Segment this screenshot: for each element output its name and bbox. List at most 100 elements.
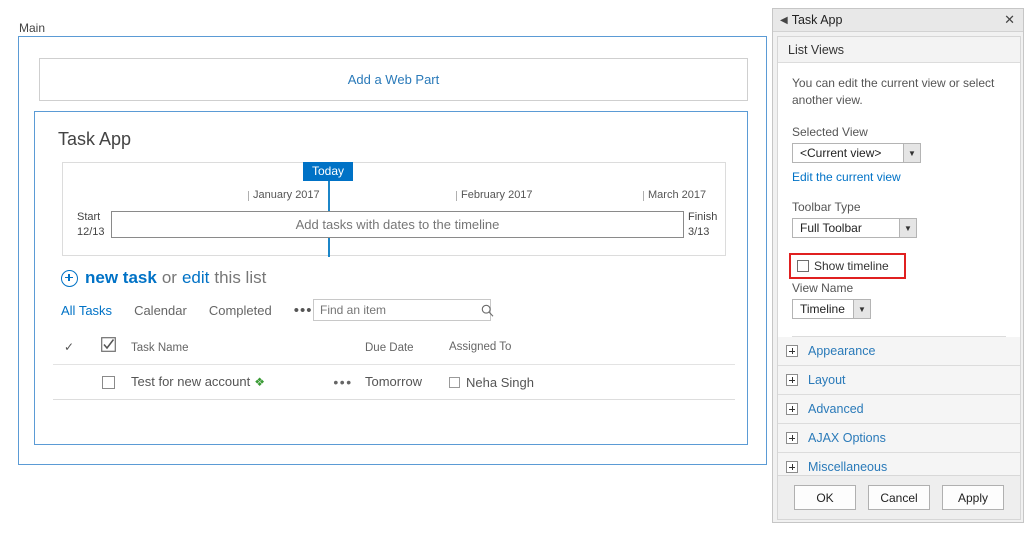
close-icon[interactable]: ✕	[1004, 12, 1015, 28]
accordion-layout[interactable]: Layout	[778, 366, 1020, 395]
toolbar-type-value: Full Toolbar	[800, 221, 862, 235]
main-web-part-zone: Add a Web Part Task App Today January 20…	[18, 36, 767, 465]
view-name-value: Timeline	[800, 302, 845, 316]
row-checkbox[interactable]	[101, 375, 115, 389]
web-part-title: Task App	[58, 129, 132, 149]
row-assigned-to-cell: Neha Singh	[449, 375, 589, 390]
ellipsis-icon[interactable]: •••	[333, 374, 352, 390]
row-context-menu-cell[interactable]: •••	[321, 374, 365, 390]
accordion-label-miscellaneous: Miscellaneous	[808, 460, 888, 474]
plus-circle-icon	[61, 269, 78, 287]
table-row[interactable]: Test for new account ❖ ••• Tomorrow Neha …	[53, 365, 735, 400]
column-header-due-date: Due Date	[365, 342, 414, 354]
timeline-finish-marker: Finish 3/13	[688, 210, 717, 240]
header-checkmark-cell: ✓	[53, 340, 85, 354]
find-an-item-searchbox[interactable]	[313, 299, 494, 321]
toolbar-type-dropdown[interactable]: Full Toolbar ▼	[792, 218, 917, 238]
edit-the-current-view-link[interactable]: Edit the current view	[792, 170, 901, 184]
list-views-description: You can edit the current view or select …	[792, 76, 995, 107]
search-icon[interactable]	[481, 304, 494, 317]
show-timeline-checkbox[interactable]	[797, 260, 809, 272]
tab-more-ellipsis-icon[interactable]: •••	[294, 302, 313, 319]
select-all-checkbox-icon[interactable]	[100, 337, 116, 357]
accordion-label-ajax-options: AJAX Options	[808, 431, 886, 445]
row-checkbox-cell[interactable]	[85, 375, 131, 389]
timeline-finish-label: Finish	[688, 211, 718, 223]
chevron-down-icon[interactable]: ▼	[853, 300, 870, 318]
view-name-dropdown[interactable]: Timeline ▼	[792, 299, 871, 319]
chevron-down-icon[interactable]: ▼	[903, 144, 920, 162]
due-date-value: Tomorrow	[365, 374, 423, 389]
timeline-start-label: Start	[77, 211, 101, 223]
month-label-0: January 2017	[253, 189, 320, 201]
expand-plus-icon[interactable]	[786, 432, 798, 444]
month-tick	[643, 191, 644, 201]
table-header-row: ✓ Task Name Due Date Assigned To	[53, 330, 735, 365]
tab-all-tasks[interactable]: All Tasks	[61, 303, 112, 318]
add-web-part-placeholder[interactable]: Add a Web Part	[39, 58, 748, 101]
new-task-row: new task or edit this list	[61, 268, 266, 288]
timeline-band-text: Add tasks with dates to the timeline	[295, 217, 500, 232]
cancel-button[interactable]: Cancel	[868, 485, 930, 510]
ok-button[interactable]: OK	[794, 485, 856, 510]
row-task-name-cell[interactable]: Test for new account ❖	[131, 373, 321, 391]
tab-completed[interactable]: Completed	[209, 303, 272, 318]
accordion-label-layout: Layout	[808, 373, 846, 387]
timeline-start-date: 12/13	[77, 226, 105, 238]
expand-plus-icon[interactable]	[786, 403, 798, 415]
task-list-table: ✓ Task Name Due Date Assigned To Test fo…	[53, 330, 735, 400]
accordion-advanced[interactable]: Advanced	[778, 395, 1020, 424]
chevron-down-icon[interactable]: ▼	[899, 219, 916, 237]
toolbar-type-label: Toolbar Type	[792, 200, 861, 214]
apply-button[interactable]: Apply	[942, 485, 1004, 510]
tab-calendar[interactable]: Calendar	[134, 303, 187, 318]
timeline-finish-date: 3/13	[688, 226, 710, 238]
tool-pane-title-bar: ◀ Task App ✕	[773, 9, 1023, 32]
accordion-label-advanced: Advanced	[808, 402, 864, 416]
month-tick	[456, 191, 457, 201]
timeline-band[interactable]: Add tasks with dates to the timeline	[111, 211, 684, 238]
accordion-appearance[interactable]: Appearance	[778, 337, 1020, 366]
add-web-part-link[interactable]: Add a Web Part	[348, 72, 440, 87]
expand-plus-icon[interactable]	[786, 345, 798, 357]
tool-pane-button-bar: OK Cancel Apply	[778, 475, 1020, 519]
assigned-to-value: Neha Singh	[466, 374, 534, 390]
expand-plus-icon[interactable]	[786, 461, 798, 473]
show-timeline-highlight: Show timeline	[789, 253, 906, 279]
header-select-all-cell[interactable]	[85, 337, 131, 357]
selected-view-value: <Current view>	[800, 146, 882, 160]
task-name-link[interactable]: Test for new account	[131, 374, 250, 389]
header-assigned-to-cell[interactable]: Assigned To	[449, 341, 589, 353]
month-tick	[248, 191, 249, 201]
show-timeline-label: Show timeline	[814, 259, 889, 273]
selected-view-dropdown[interactable]: <Current view> ▼	[792, 143, 921, 163]
search-input[interactable]	[314, 303, 481, 317]
web-part-tool-pane: ◀ Task App ✕ List Views You can edit the…	[772, 8, 1024, 523]
expand-plus-icon[interactable]	[786, 374, 798, 386]
list-views-section-content: You can edit the current view or select …	[778, 63, 1020, 337]
list-views-section-header[interactable]: List Views	[778, 37, 1020, 63]
new-task-link[interactable]: new task	[85, 268, 157, 288]
row-due-date-cell: Tomorrow	[365, 373, 449, 391]
header-task-name-cell[interactable]: Task Name	[131, 338, 321, 356]
today-marker-chip: Today	[303, 162, 354, 181]
list-views-section-title: List Views	[788, 42, 845, 57]
view-tabs: All Tasks Calendar Completed •••	[61, 302, 312, 319]
accordion-ajax-options[interactable]: AJAX Options	[778, 424, 1020, 453]
column-header-task-name: Task Name	[131, 342, 189, 354]
tool-pane-title: Task App	[791, 13, 843, 27]
edit-this-list-tail: this list	[214, 268, 267, 287]
timeline-widget[interactable]: Today January 2017 February 2017 March 2…	[62, 162, 726, 257]
screen-root: Main Add a Web Part Task App Today Janua…	[0, 0, 1024, 548]
chevron-left-icon[interactable]: ◀	[780, 15, 788, 26]
tool-pane-body: List Views You can edit the current view…	[777, 36, 1021, 520]
month-label-2: March 2017	[648, 189, 707, 201]
header-due-date-cell[interactable]: Due Date	[365, 338, 449, 356]
edit-this-list-link[interactable]: edit	[182, 268, 209, 288]
presence-indicator-icon	[449, 376, 460, 388]
accordion-label-appearance: Appearance	[808, 344, 876, 358]
view-name-label: View Name	[792, 281, 854, 295]
new-item-sparkle-icon: ❖	[254, 375, 265, 389]
checkmark-icon: ✓	[63, 340, 75, 354]
